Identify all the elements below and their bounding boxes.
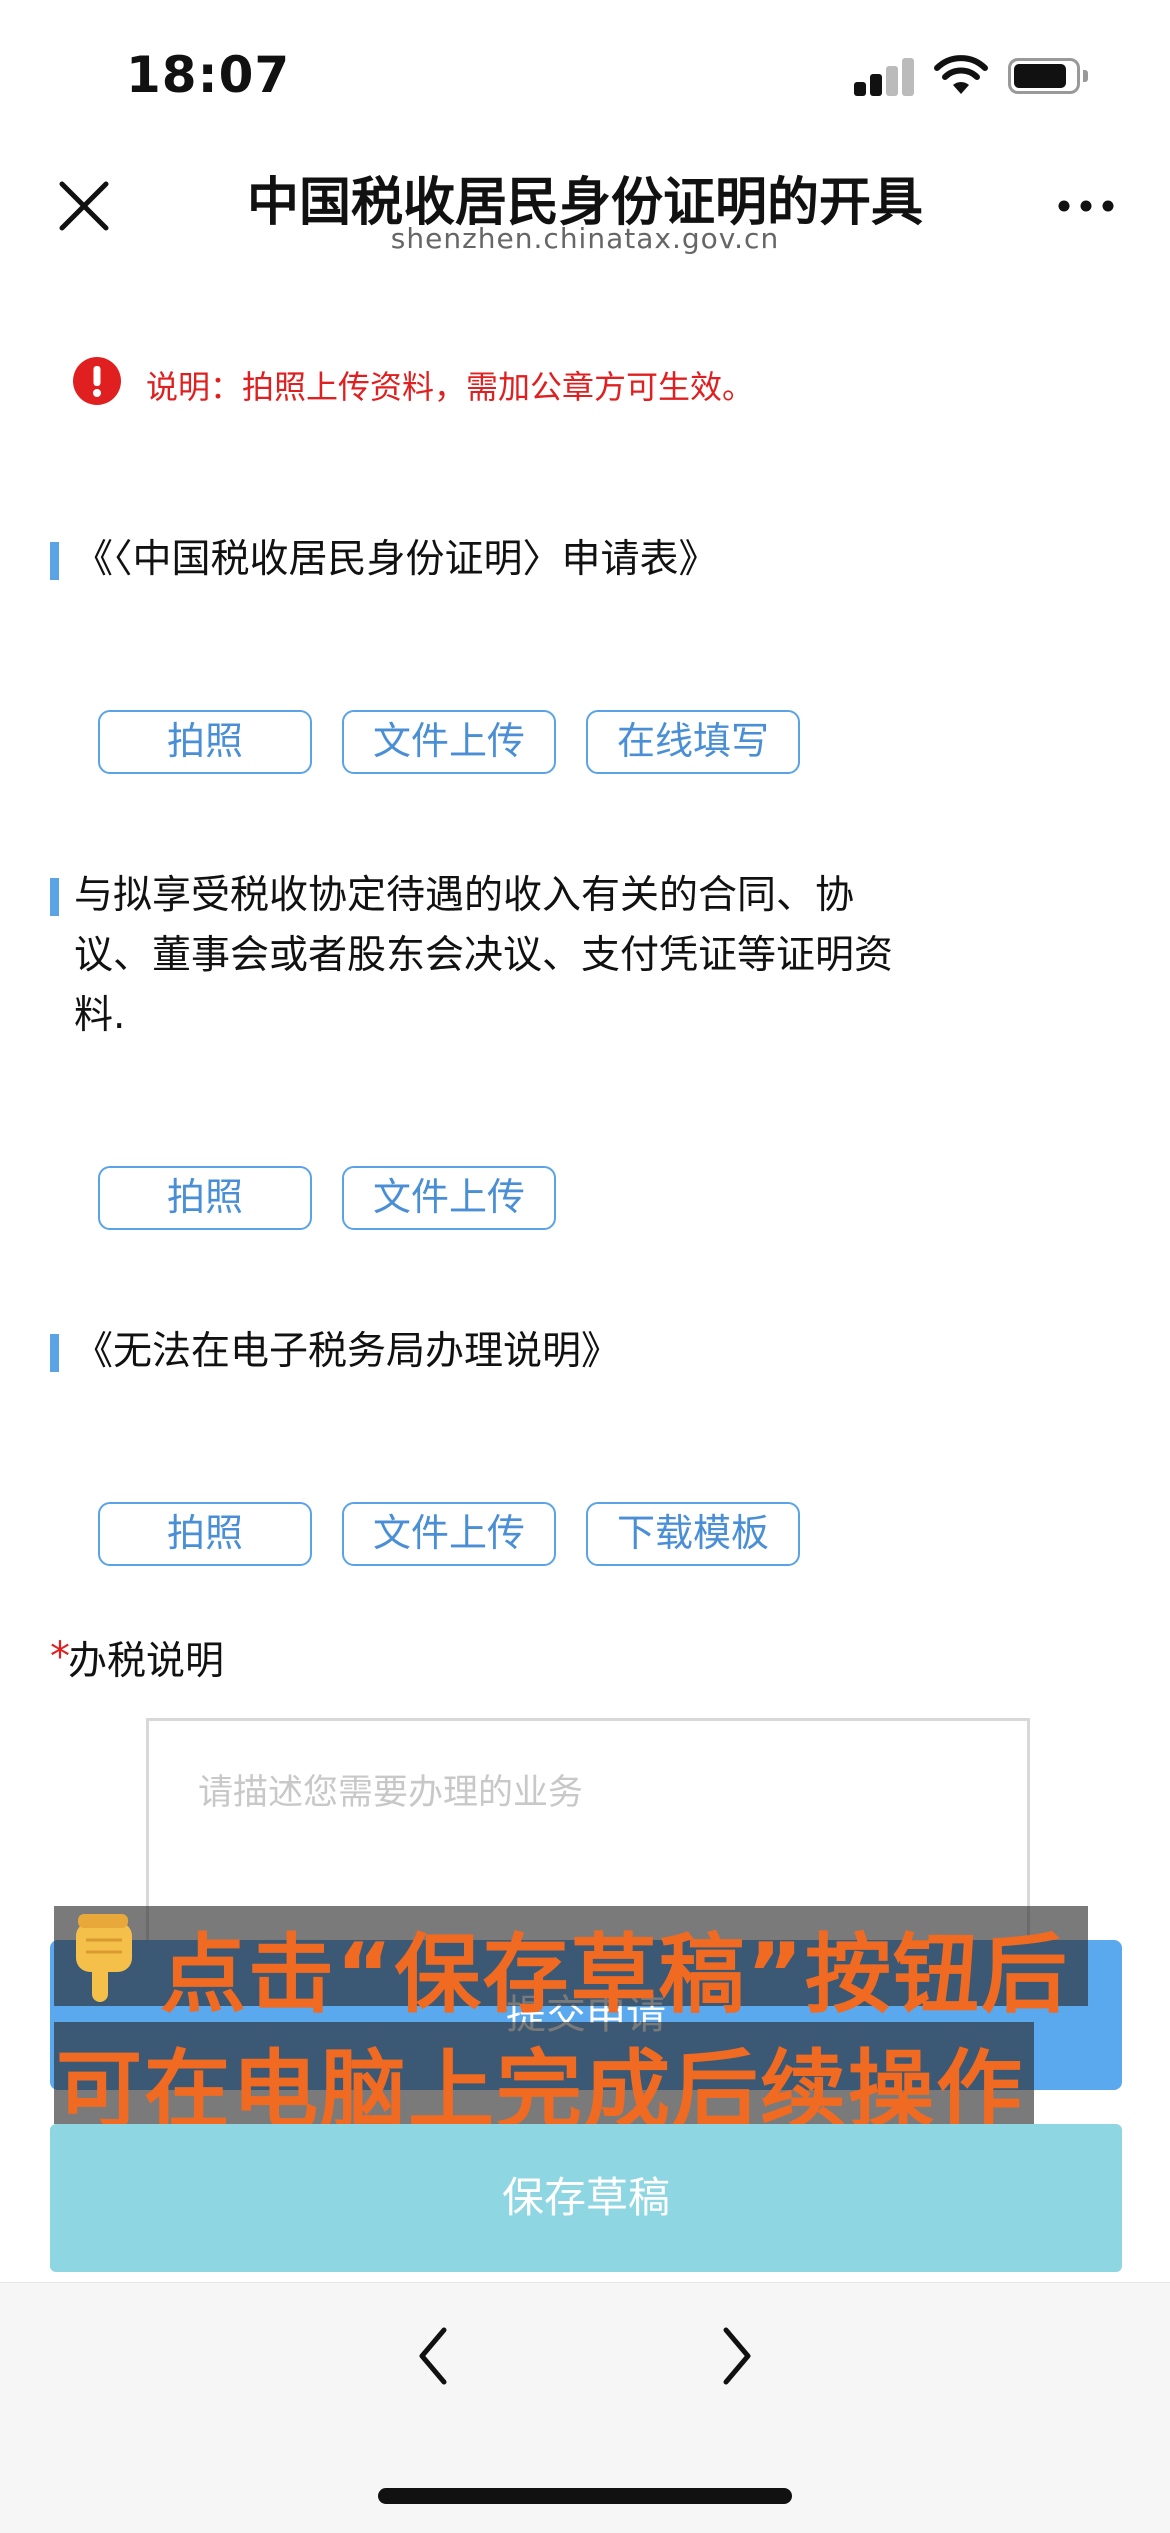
file-upload-button[interactable]: 文件上传	[342, 1166, 556, 1230]
notice-text: 说明：拍照上传资料，需加公章方可生效。	[146, 368, 755, 406]
take-photo-button[interactable]: 拍照	[98, 710, 312, 774]
save-draft-button[interactable]: 保存草稿	[50, 2124, 1122, 2272]
description-placeholder: 请描述您需要办理的业务	[198, 1773, 584, 1813]
file-upload-button[interactable]: 文件上传	[342, 1502, 556, 1566]
status-time: 18:07	[126, 46, 291, 104]
section-marker	[50, 542, 59, 580]
description-label: 办税说明	[68, 1639, 225, 1684]
home-indicator	[378, 2488, 792, 2504]
overlay-line-1: 点击“保存草稿”按钮后	[160, 1925, 1070, 2025]
more-icon[interactable]	[1056, 198, 1116, 214]
section-title-supporting-documents-line3: 料.	[74, 993, 126, 1038]
section-marker	[50, 878, 59, 916]
battery-icon	[1008, 58, 1088, 96]
section-title-supporting-documents-line1: 与拟享受税收协定待遇的收入有关的合同、协	[74, 873, 855, 918]
file-upload-button[interactable]: 文件上传	[342, 710, 556, 774]
pointing-down-hand-icon	[76, 1914, 132, 2002]
section-marker	[50, 1334, 59, 1372]
section-title-supporting-documents-line2: 议、董事会或者股东会决议、支付凭证等证明资	[74, 933, 894, 978]
fill-online-button[interactable]: 在线填写	[586, 710, 800, 774]
error-icon	[73, 357, 121, 405]
chevron-right-icon[interactable]	[716, 2326, 756, 2386]
chevron-left-icon[interactable]	[414, 2326, 454, 2386]
download-template-button[interactable]: 下载模板	[586, 1502, 800, 1566]
take-photo-button[interactable]: 拍照	[98, 1166, 312, 1230]
wifi-icon	[934, 55, 988, 94]
cellular-signal-icon	[854, 56, 916, 96]
page-url: shenzhen.chinatax.gov.cn	[390, 222, 780, 255]
take-photo-button[interactable]: 拍照	[98, 1502, 312, 1566]
section-title-application-form: 《〈中国税收居民身份证明〉申请表》	[74, 537, 718, 582]
section-title-offline-explanation: 《无法在电子税务局办理说明》	[74, 1329, 621, 1374]
required-mark: *	[50, 1634, 70, 1680]
